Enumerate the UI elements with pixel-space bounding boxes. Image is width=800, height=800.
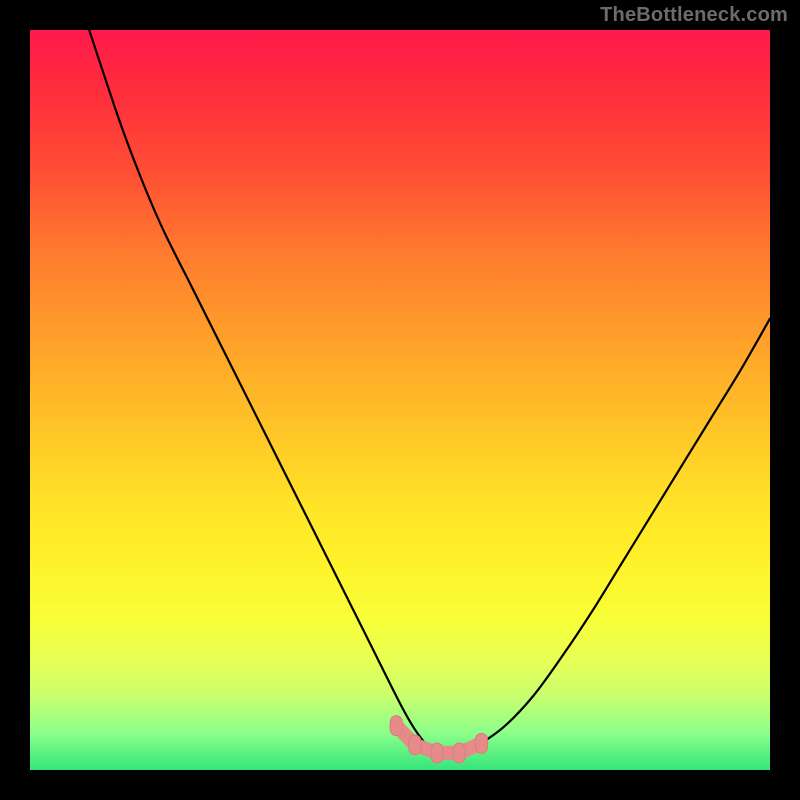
watermark-text: TheBottleneck.com	[600, 4, 788, 27]
plot-area	[30, 30, 770, 770]
highlight-markers	[390, 716, 487, 763]
highlight-marker	[409, 735, 421, 755]
chart-svg	[30, 30, 770, 770]
highlight-marker	[475, 733, 487, 753]
highlight-marker	[390, 716, 402, 736]
highlight-marker	[431, 743, 443, 763]
chart-stage: TheBottleneck.com	[0, 0, 800, 800]
highlight-marker	[453, 743, 465, 763]
bottleneck-curve	[89, 30, 770, 756]
